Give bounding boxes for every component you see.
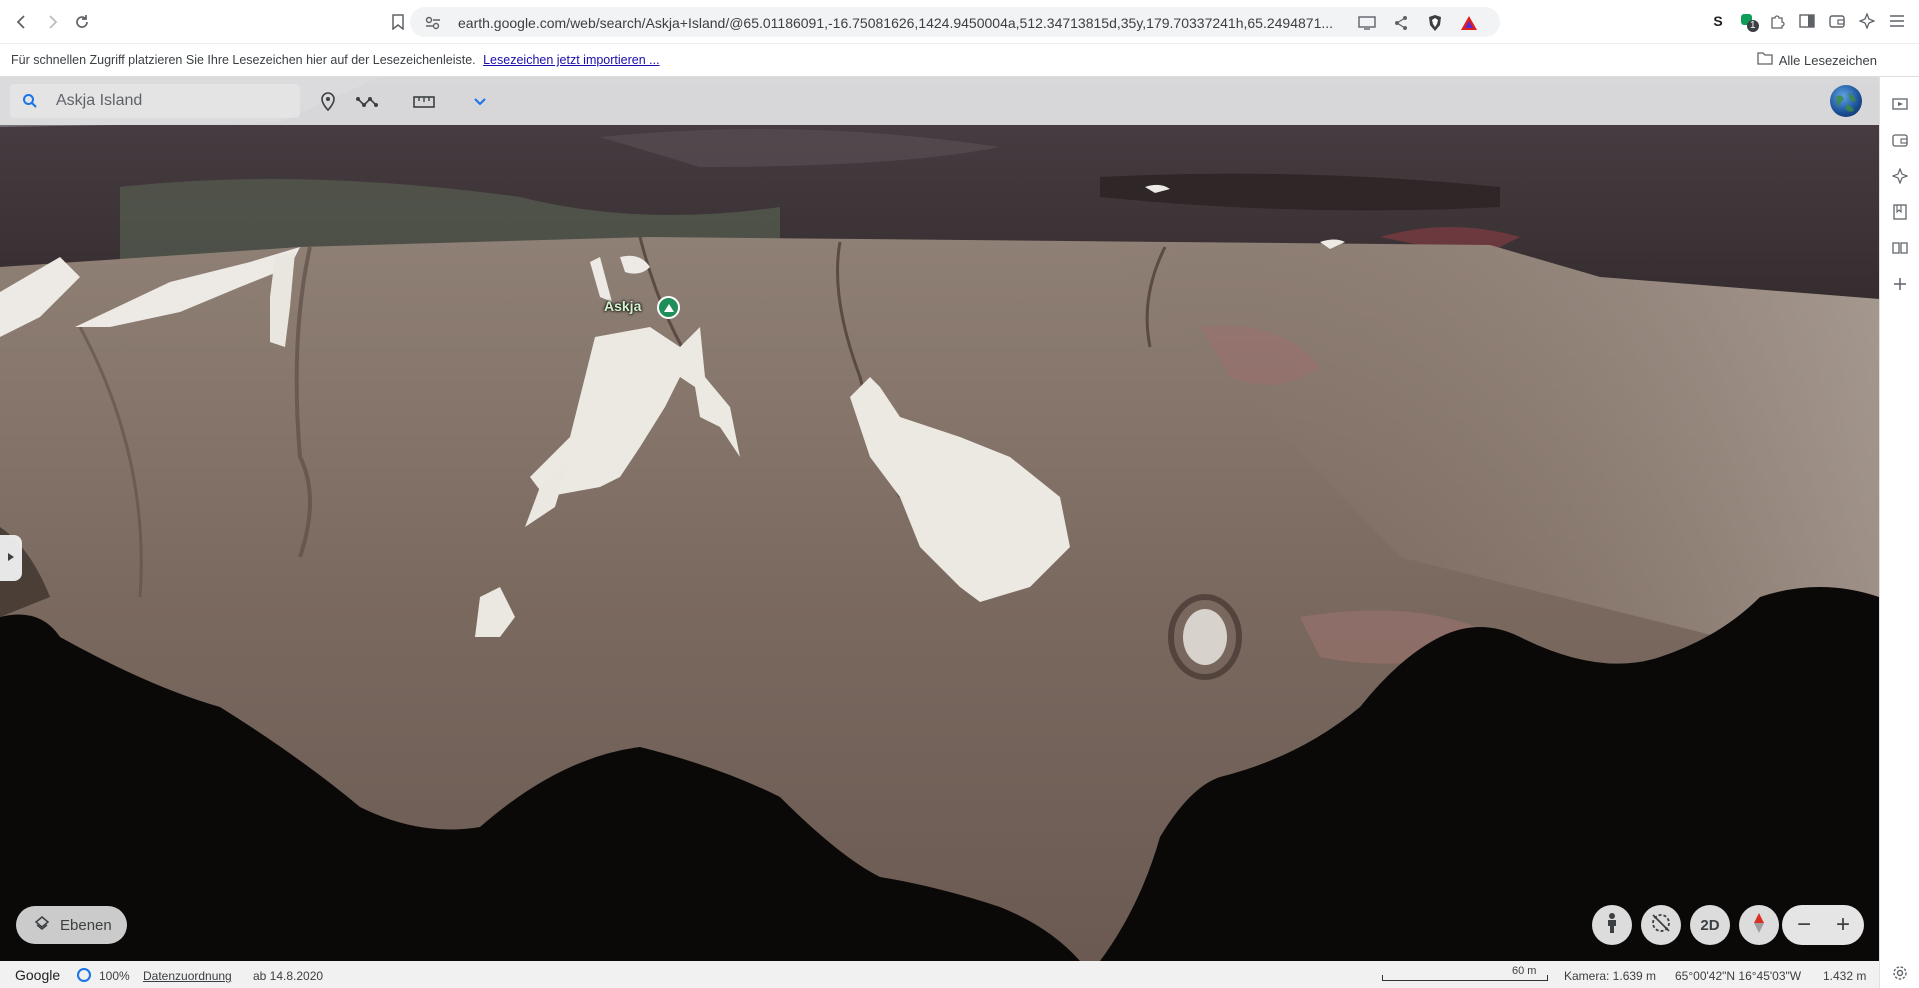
ext-badge-count: 1 bbox=[1747, 20, 1759, 32]
back-icon[interactable] bbox=[10, 10, 34, 34]
scale-label: 60 m bbox=[1512, 965, 1537, 977]
google-logo: Google bbox=[15, 967, 61, 983]
import-bookmarks-link[interactable]: Lesezeichen jetzt importieren ... bbox=[483, 53, 659, 67]
reading-list-icon[interactable] bbox=[1891, 239, 1909, 257]
terrain-scene bbox=[0, 77, 1879, 961]
reset-tilt-button[interactable] bbox=[1641, 905, 1681, 945]
load-percent: 100% bbox=[99, 969, 130, 983]
share-icon[interactable] bbox=[1392, 14, 1410, 32]
settings-gear-icon[interactable] bbox=[1889, 962, 1911, 984]
leo-icon[interactable] bbox=[1857, 11, 1877, 31]
pegman-icon bbox=[1605, 912, 1619, 938]
mountain-pin-icon[interactable] bbox=[657, 296, 680, 319]
search-icon[interactable] bbox=[22, 93, 38, 114]
reload-icon[interactable] bbox=[70, 10, 94, 34]
ext-badge-icon[interactable]: 1 bbox=[1738, 11, 1759, 32]
site-settings-icon[interactable] bbox=[424, 14, 442, 32]
wallet-rail-icon[interactable] bbox=[1891, 131, 1909, 149]
layers-icon bbox=[34, 915, 50, 935]
all-bookmarks-button[interactable]: Alle Lesezeichen bbox=[1757, 52, 1877, 68]
search-input[interactable] bbox=[56, 92, 286, 110]
add-panel-icon[interactable] bbox=[1891, 275, 1909, 293]
cursor-coordinates: 65°00'42"N 16°45'03"W bbox=[1675, 969, 1802, 983]
ruler-icon[interactable] bbox=[412, 90, 436, 114]
address-bar[interactable]: earth.google.com/web/search/Askja+Island… bbox=[410, 7, 1500, 37]
zoom-out-button[interactable]: − bbox=[1784, 905, 1824, 945]
layers-label: Ebenen bbox=[60, 916, 112, 934]
folder-icon bbox=[1757, 52, 1773, 68]
compass-button[interactable] bbox=[1739, 905, 1779, 945]
status-bar: Google 100% Datenzuordnung ab 14.8.2020 … bbox=[0, 961, 1879, 988]
browser-side-rail bbox=[1879, 77, 1919, 988]
bookmarks-hint-text: Für schnellen Zugriff platzieren Sie Ihr… bbox=[11, 53, 476, 67]
brave-rewards-icon[interactable] bbox=[1460, 14, 1478, 32]
menu-icon[interactable] bbox=[1887, 11, 1907, 31]
cast-icon[interactable] bbox=[1358, 14, 1376, 32]
camera-altitude: Kamera: 1.639 m bbox=[1564, 969, 1657, 983]
brave-shield-icon[interactable] bbox=[1426, 14, 1444, 32]
account-globe-avatar[interactable] bbox=[1830, 85, 1862, 117]
earth-toolbar bbox=[0, 77, 1879, 125]
bookmark-icon[interactable] bbox=[386, 10, 410, 34]
view-2d-button[interactable]: 2D bbox=[1690, 905, 1730, 945]
puzzle-icon[interactable] bbox=[1767, 11, 1787, 31]
panel-toggle-button[interactable] bbox=[0, 535, 22, 581]
layers-button[interactable]: Ebenen bbox=[16, 906, 127, 944]
sidebar-icon[interactable] bbox=[1797, 11, 1817, 31]
browser-toolbar: earth.google.com/web/search/Askja+Island… bbox=[0, 0, 1919, 44]
zoom-in-button[interactable]: + bbox=[1823, 905, 1863, 945]
compass-icon bbox=[1753, 912, 1765, 938]
compass-off-icon bbox=[1650, 912, 1672, 938]
imagery-date: ab 14.8.2020 bbox=[253, 969, 324, 983]
view-2d-label: 2D bbox=[1700, 916, 1720, 934]
chevron-down-icon[interactable] bbox=[468, 90, 492, 114]
pegman-button[interactable] bbox=[1592, 905, 1632, 945]
place-pin-icon[interactable] bbox=[316, 90, 340, 114]
all-bookmarks-label: Alle Lesezeichen bbox=[1778, 52, 1877, 68]
path-icon[interactable] bbox=[356, 90, 380, 114]
data-attribution-link[interactable]: Datenzuordnung bbox=[143, 969, 232, 983]
bookmarks-bar: Für schnellen Zugriff platzieren Sie Ihr… bbox=[0, 44, 1919, 77]
bookmarks-rail-icon[interactable] bbox=[1891, 203, 1909, 221]
zoom-controls: − + bbox=[1782, 905, 1864, 945]
search-box[interactable] bbox=[10, 84, 300, 118]
ground-altitude: 1.432 m bbox=[1823, 969, 1867, 983]
forward-icon[interactable] bbox=[40, 10, 64, 34]
loading-ring-icon bbox=[77, 968, 91, 982]
url-text[interactable]: earth.google.com/web/search/Askja+Island… bbox=[458, 15, 1358, 31]
bookmarks-hint: Für schnellen Zugriff platzieren Sie Ihr… bbox=[11, 53, 660, 67]
place-label[interactable]: Askja bbox=[604, 298, 641, 314]
map-viewport[interactable] bbox=[0, 77, 1879, 961]
media-icon[interactable] bbox=[1891, 95, 1909, 113]
wallet-icon[interactable] bbox=[1827, 11, 1847, 31]
s-extension-icon[interactable]: S bbox=[1708, 11, 1728, 31]
leo-rail-icon[interactable] bbox=[1891, 167, 1909, 185]
chevron-right-icon bbox=[7, 551, 15, 565]
